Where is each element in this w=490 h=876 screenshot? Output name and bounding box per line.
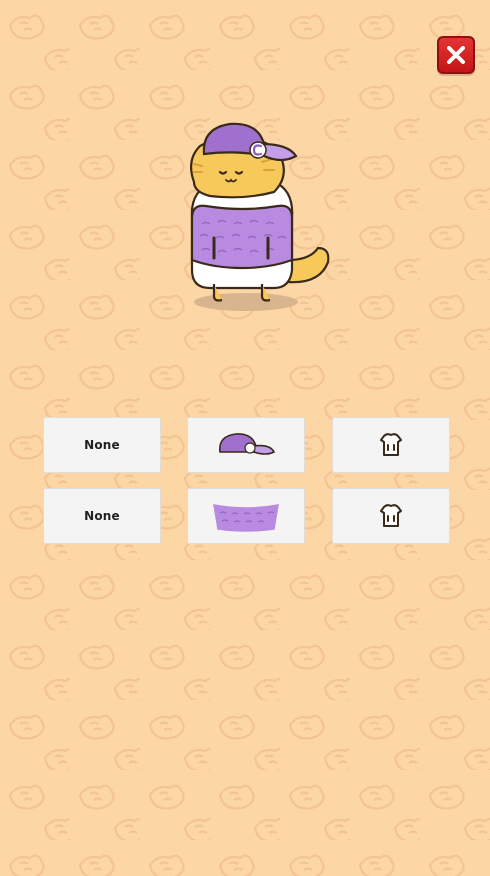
slot-purple-fabric[interactable]: [187, 488, 305, 544]
slot-purple-cap[interactable]: [187, 417, 305, 473]
slot-hat-none[interactable]: None: [43, 417, 161, 473]
cat-cap-brim: [260, 142, 298, 162]
close-button[interactable]: [437, 36, 475, 74]
slot-label: None: [84, 509, 120, 523]
cat-tail: [286, 246, 330, 284]
slot-outfit-none[interactable]: None: [43, 488, 161, 544]
shirt-outline-icon: [380, 504, 402, 527]
cat-character: [170, 120, 340, 320]
cat-mouth: [225, 178, 237, 183]
purple-cap-icon: [219, 433, 276, 455]
close-x-icon: [447, 46, 465, 64]
cat-shadow: [194, 293, 298, 311]
slot-shirt-2[interactable]: [332, 488, 450, 544]
slot-label: None: [84, 438, 120, 452]
cat-shirt: [190, 204, 294, 270]
purple-fabric-icon: [213, 504, 279, 532]
shirt-outline-icon: [380, 433, 402, 456]
slot-shirt-1[interactable]: [332, 417, 450, 473]
